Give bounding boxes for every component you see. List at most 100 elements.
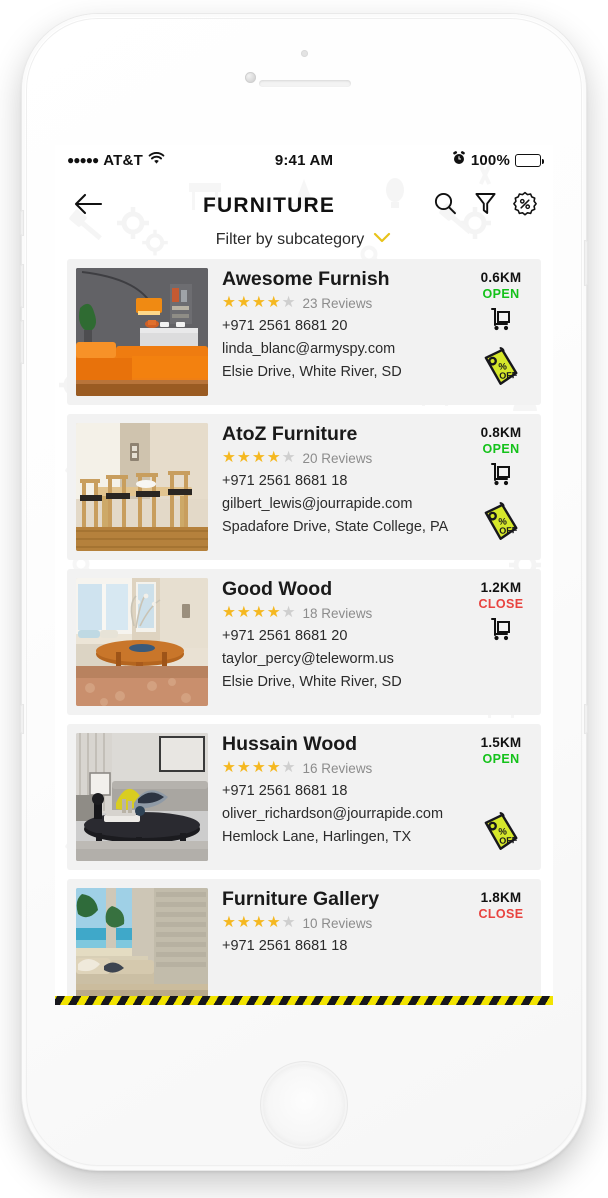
business-name: Furniture Gallery [222, 888, 380, 910]
svg-text:OFF: OFF [499, 370, 518, 381]
rating-row: ★ ★ ★ ★ ★ 20 Reviews [222, 450, 464, 466]
rating-star: ★ [222, 294, 236, 312]
star-rating: ★ ★ ★ ★ ★ [222, 450, 296, 466]
discount-offer-button[interactable]: % OFF [481, 500, 521, 549]
dolly-cart-icon [491, 308, 510, 331]
business-thumbnail[interactable] [76, 268, 208, 396]
discount-offer-button[interactable]: % OFF [481, 345, 521, 394]
status-badge: CLOSE [478, 597, 524, 611]
distance-label: 1.5KM [480, 735, 522, 750]
status-badge: OPEN [482, 752, 520, 766]
rating-star: ★ [266, 759, 281, 777]
distance-label: 0.8KM [480, 425, 522, 440]
delivery-dolly-button[interactable] [488, 306, 514, 337]
rating-star: ★ [251, 914, 266, 932]
business-thumbnail[interactable] [76, 578, 208, 706]
business-email[interactable]: taylor_percy@teleworm.us [222, 651, 464, 667]
business-details: Hussain Wood ★ ★ ★ ★ ★ 16 Reviews +971 2561 … [208, 733, 470, 861]
business-name: AtoZ Furniture [222, 423, 358, 445]
business-phone[interactable]: +971 2561 8681 18 [222, 473, 464, 489]
discount-offer-button[interactable]: % OFF [481, 810, 521, 859]
rating-star: ★ [281, 449, 296, 467]
dolly-cart-icon [491, 463, 510, 486]
business-address: Elsie Drive, White River, SD [222, 673, 402, 690]
home-button[interactable] [263, 1064, 345, 1146]
volume-down-button[interactable] [20, 320, 24, 364]
business-card[interactable]: Furniture Gallery ★ ★ ★ ★ ★ 10 Reviews +971 … [67, 879, 541, 1005]
delivery-dolly-button[interactable] [488, 461, 514, 492]
app-header: FURNITURE Filter by subcategory [55, 175, 553, 259]
filter-funnel-icon [474, 191, 497, 221]
silent-switch[interactable] [20, 210, 24, 236]
delivery-dolly-button[interactable] [488, 616, 514, 647]
rating-row: ★ ★ ★ ★ ★ 23 Reviews [222, 295, 464, 311]
review-count: 20 Reviews [302, 450, 373, 466]
review-count: 18 Reviews [302, 605, 373, 621]
rating-star: ★ [222, 759, 236, 777]
status-badge: CLOSE [478, 907, 524, 921]
rating-star: ★ [281, 294, 296, 312]
business-email[interactable]: linda_blanc@armyspy.com [222, 341, 464, 357]
business-phone[interactable]: +971 2561 8681 20 [222, 318, 464, 334]
business-phone[interactable]: +971 2561 8681 18 [222, 938, 464, 954]
business-thumbnail[interactable] [76, 888, 208, 1005]
business-thumbnail[interactable] [76, 423, 208, 551]
star-rating: ★ ★ ★ ★ ★ [222, 760, 296, 776]
business-card[interactable]: Hussain Wood ★ ★ ★ ★ ★ 16 Reviews +971 2561 … [67, 724, 541, 870]
rating-star: ★ [251, 759, 266, 777]
frame-antenna-right [584, 704, 588, 734]
business-email[interactable]: gilbert_lewis@jourrapide.com [222, 496, 464, 512]
rating-star: ★ [266, 294, 281, 312]
distance-label: 0.6KM [480, 270, 522, 285]
star-rating: ★ ★ ★ ★ ★ [222, 915, 296, 931]
business-card[interactable]: AtoZ Furniture ★ ★ ★ ★ ★ 20 Reviews +971 256… [67, 414, 541, 560]
rating-row: ★ ★ ★ ★ ★ 18 Reviews [222, 605, 464, 621]
business-name: Hussain Wood [222, 733, 358, 755]
volume-up-button[interactable] [20, 264, 24, 308]
business-card[interactable]: Good Wood ★ ★ ★ ★ ★ 18 Reviews +971 2561 868… [67, 569, 541, 715]
business-email[interactable]: oliver_richardson@jourrapide.com [222, 806, 464, 822]
earpiece-speaker [259, 80, 351, 87]
filter-button[interactable] [471, 192, 499, 220]
business-thumbnail[interactable] [76, 733, 208, 861]
business-address: Spadafore Drive, State College, PA [222, 518, 449, 535]
hazard-stripe-bar [55, 996, 553, 1005]
arrow-left-icon [73, 193, 103, 220]
subcategory-filter-label: Filter by subcategory [215, 231, 365, 248]
front-camera-icon [245, 72, 256, 83]
header-actions [431, 191, 539, 220]
business-address: Elsie Drive, White River, SD [222, 363, 402, 380]
business-details: AtoZ Furniture ★ ★ ★ ★ ★ 20 Reviews +971 256… [208, 423, 470, 551]
rating-star: ★ [236, 914, 251, 932]
svg-text:OFF: OFF [499, 835, 518, 846]
battery-full-icon [515, 153, 545, 167]
search-icon [433, 191, 458, 221]
subcategory-filter-dropdown[interactable]: Filter by subcategory [69, 227, 539, 259]
svg-text:OFF: OFF [499, 525, 518, 536]
business-details: Furniture Gallery ★ ★ ★ ★ ★ 10 Reviews +971 … [208, 888, 470, 1005]
business-name: Good Wood [222, 578, 333, 600]
back-button[interactable] [69, 187, 107, 225]
business-card[interactable]: Awesome Furnish ★ ★ ★ ★ ★ 23 Reviews +971 25… [67, 259, 541, 405]
business-phone[interactable]: +971 2561 8681 18 [222, 783, 464, 799]
discount-tag-icon: % OFF [484, 347, 518, 385]
status-badge: OPEN [482, 442, 520, 456]
search-button[interactable] [431, 192, 459, 220]
discount-tag-icon: % OFF [484, 812, 518, 850]
status-bar-clock: 9:41 AM [274, 151, 334, 169]
page-title: FURNITURE [202, 194, 336, 217]
business-address: Hemlock Lane, Harlingen, TX [222, 828, 412, 845]
status-badge: OPEN [482, 287, 520, 301]
app-screen: ●●●●● AT&T 9:41 AM 100% FURNITURE Filter… [55, 145, 553, 1005]
business-meta: 1.8KM CLOSE [470, 888, 532, 1005]
offers-button[interactable] [511, 191, 539, 220]
review-count: 16 Reviews [302, 760, 373, 776]
rating-star: ★ [222, 449, 236, 467]
rating-star: ★ [236, 294, 251, 312]
rating-star: ★ [236, 759, 251, 777]
rating-star: ★ [236, 604, 251, 622]
rating-star: ★ [222, 604, 236, 622]
power-button[interactable] [584, 240, 588, 286]
business-phone[interactable]: +971 2561 8681 20 [222, 628, 464, 644]
review-count: 23 Reviews [302, 295, 373, 311]
